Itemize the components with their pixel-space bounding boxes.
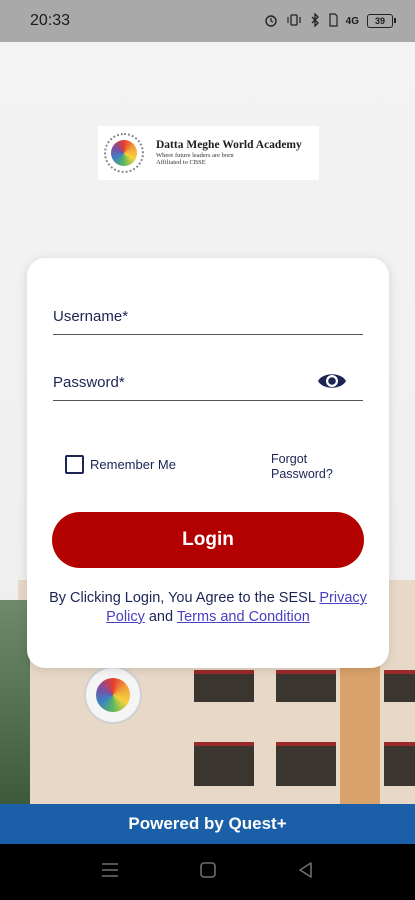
- terms-agreement: By Clicking Login, You Agree to the SESL…: [47, 589, 369, 627]
- login-card: Username* Password* Remember Me Forgot P…: [27, 258, 389, 668]
- agree-text: By Clicking Login, You Agree to the SESL: [49, 590, 316, 606]
- back-icon[interactable]: [297, 861, 315, 884]
- system-nav-bar: [0, 844, 415, 900]
- logo-affiliation: Affiliated to CBSE: [156, 159, 206, 167]
- forgot-line-1: Forgot: [271, 452, 308, 466]
- school-logo: Datta Meghe World Academy Where future l…: [98, 126, 319, 180]
- sim-icon: [328, 12, 338, 30]
- forgot-line-2: Password?: [271, 467, 333, 482]
- remember-me[interactable]: Remember Me: [65, 455, 176, 474]
- remember-label: Remember Me: [90, 457, 176, 472]
- forgot-password-link[interactable]: Forgot Password?: [271, 452, 351, 483]
- status-bar: 20:33 4G 39: [0, 0, 415, 42]
- logo-title: Datta Meghe World Academy: [156, 139, 302, 152]
- password-field[interactable]: Password*: [53, 364, 363, 401]
- powered-by-banner: Powered by Quest+: [0, 804, 415, 844]
- eye-icon[interactable]: [317, 370, 347, 392]
- logo-emblem-icon: [104, 133, 144, 173]
- status-icons: 4G 39: [264, 11, 396, 30]
- clock: 20:33: [30, 12, 71, 29]
- battery-icon: 39: [367, 14, 396, 28]
- username-input[interactable]: [53, 298, 363, 334]
- terms-link[interactable]: Terms and Condition: [177, 609, 310, 625]
- menu-icon[interactable]: [100, 862, 120, 883]
- alarm-icon: [264, 13, 278, 30]
- bluetooth-icon: [310, 11, 320, 30]
- battery-level: 39: [374, 16, 385, 26]
- vibrate-icon: [286, 13, 302, 30]
- powered-by-text: Powered by Quest+: [128, 814, 287, 833]
- username-field[interactable]: Username*: [53, 298, 363, 335]
- login-button[interactable]: Login: [52, 512, 364, 568]
- remember-checkbox[interactable]: [65, 455, 84, 474]
- signal-icon: 4G: [345, 15, 359, 27]
- building-logo-emblem: [84, 666, 142, 724]
- home-icon[interactable]: [199, 861, 217, 884]
- and-text: and: [148, 608, 174, 625]
